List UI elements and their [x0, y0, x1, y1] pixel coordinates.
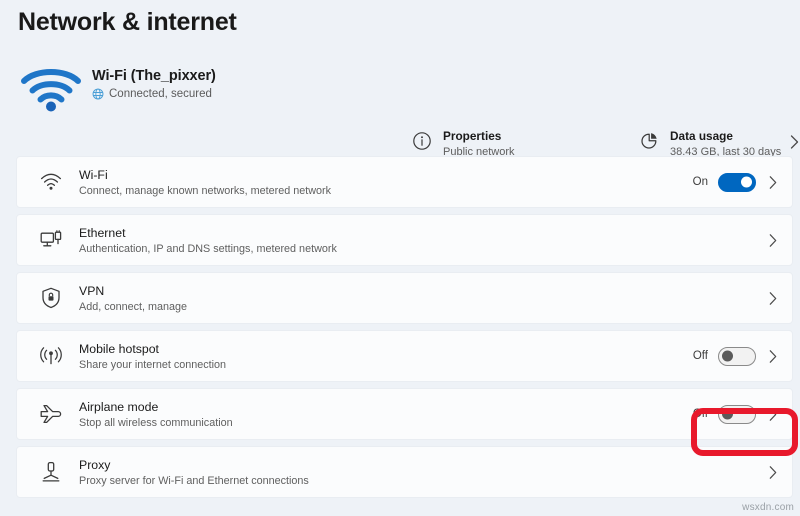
toggle-state-label: On	[692, 176, 708, 188]
network-summary: Wi-Fi (The_pixxer) Connected, secured Pr…	[0, 58, 800, 173]
chevron-right-icon[interactable]	[766, 407, 780, 422]
row-description: Add, connect, manage	[79, 300, 188, 313]
data-usage-title: Data usage	[670, 129, 733, 143]
chevron-right-icon[interactable]	[789, 134, 800, 155]
settings-row-controls	[766, 465, 782, 480]
settings-row-labels: VPN Add, connect, manage	[71, 284, 766, 313]
airplane-icon	[31, 403, 71, 425]
settings-row-labels: Airplane mode Stop all wireless communic…	[71, 400, 691, 429]
row-title: Mobile hotspot	[79, 341, 159, 356]
ethernet-icon	[31, 230, 71, 250]
chevron-right-icon[interactable]	[766, 175, 780, 190]
row-description: Stop all wireless communication	[79, 416, 233, 429]
globe-icon	[92, 88, 104, 100]
data-usage-text: Data usage 38.43 GB, last 30 days	[661, 129, 781, 158]
current-network-block[interactable]: Wi-Fi (The_pixxer) Connected, secured	[0, 58, 400, 117]
toggle-knob	[722, 350, 733, 362]
settings-row-labels: Wi-Fi Connect, manage known networks, me…	[71, 168, 691, 197]
info-circle-icon	[412, 129, 434, 151]
settings-row-controls: Off	[691, 404, 782, 424]
row-title: VPN	[79, 283, 105, 298]
network-status-label: Connected, secured	[109, 88, 212, 100]
current-network-text: Wi-Fi (The_pixxer) Connected, secured	[92, 64, 216, 100]
settings-row-controls	[766, 291, 782, 306]
mobile-hotspot-toggle[interactable]	[718, 346, 756, 366]
page-title: Network & internet	[18, 8, 237, 36]
settings-list: Wi-Fi Connect, manage known networks, me…	[16, 156, 793, 504]
properties-title: Properties	[443, 129, 502, 143]
settings-row-mobile-hotspot[interactable]: Mobile hotspot Share your internet conne…	[16, 330, 793, 382]
watermark: wsxdn.com	[742, 502, 794, 513]
settings-row-wifi[interactable]: Wi-Fi Connect, manage known networks, me…	[16, 156, 793, 208]
settings-row-controls	[766, 233, 782, 248]
row-description: Authentication, IP and DNS settings, met…	[79, 242, 337, 255]
airplane-mode-toggle[interactable]	[718, 404, 756, 424]
settings-row-labels: Proxy Proxy server for Wi-Fi and Etherne…	[71, 458, 766, 487]
settings-row-labels: Ethernet Authentication, IP and DNS sett…	[71, 226, 766, 255]
settings-row-labels: Mobile hotspot Share your internet conne…	[71, 342, 691, 371]
settings-row-ethernet[interactable]: Ethernet Authentication, IP and DNS sett…	[16, 214, 793, 266]
settings-row-controls: On	[691, 172, 782, 192]
mobile-hotspot-icon	[31, 346, 71, 366]
pie-chart-icon	[639, 129, 661, 151]
chevron-right-icon[interactable]	[766, 291, 780, 306]
chevron-right-icon[interactable]	[766, 233, 780, 248]
row-description: Connect, manage known networks, metered …	[79, 184, 332, 197]
toggle-state-label: Off	[692, 408, 708, 420]
row-description: Share your internet connection	[79, 358, 227, 371]
network-name: Wi-Fi (The_pixxer)	[92, 68, 216, 84]
wifi-toggle[interactable]	[718, 172, 756, 192]
settings-row-airplane-mode[interactable]: Airplane mode Stop all wireless communic…	[16, 388, 793, 440]
toggle-knob	[722, 408, 733, 420]
wifi-signal-icon	[20, 64, 92, 117]
row-title: Wi-Fi	[79, 167, 108, 182]
settings-row-controls: Off	[691, 346, 782, 366]
vpn-shield-icon	[31, 287, 71, 309]
toggle-state-label: Off	[692, 350, 708, 362]
data-usage-tile[interactable]: Data usage 38.43 GB, last 30 days	[639, 116, 799, 158]
network-status: Connected, secured	[92, 88, 216, 100]
wifi-icon	[31, 173, 71, 191]
toggle-knob	[741, 176, 752, 188]
chevron-right-icon[interactable]	[766, 465, 780, 480]
row-title: Proxy	[79, 457, 111, 472]
row-title: Ethernet	[79, 225, 126, 240]
row-title: Airplane mode	[79, 399, 159, 414]
proxy-icon	[31, 461, 71, 483]
settings-row-proxy[interactable]: Proxy Proxy server for Wi-Fi and Etherne…	[16, 446, 793, 498]
chevron-right-icon[interactable]	[766, 349, 780, 364]
settings-row-vpn[interactable]: VPN Add, connect, manage	[16, 272, 793, 324]
row-description: Proxy server for Wi-Fi and Ethernet conn…	[79, 474, 309, 487]
